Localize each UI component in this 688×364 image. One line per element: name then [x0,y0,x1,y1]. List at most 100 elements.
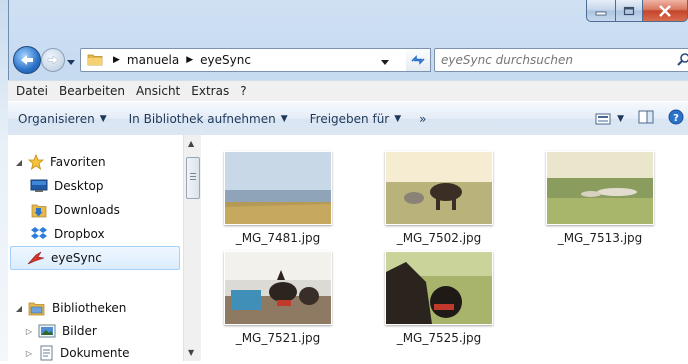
file-item[interactable]: _MG_7502.jpg [379,151,499,245]
chevron-down-icon: ▼ [99,113,107,124]
command-bar: Organisieren ▼ In Bibliothek aufnehmen ▼ F… [8,101,688,136]
folder-icon [87,52,103,69]
organize-label: Organisieren [18,111,95,126]
refresh-icon [411,55,425,65]
maximize-button[interactable] [616,0,643,22]
file-name: _MG_7513.jpg [557,231,643,245]
scroll-thumb[interactable] [186,157,200,199]
preview-pane-icon [638,110,654,124]
file-item[interactable]: _MG_7525.jpg [379,251,499,345]
address-dropdown[interactable] [381,55,389,69]
menu-item-datei[interactable]: Datei [16,84,48,98]
svg-text:?: ? [673,113,679,124]
scroll-up-arrow-icon[interactable]: ▲ [188,139,194,148]
image-thumbnail [385,251,493,325]
minimize-icon [595,11,607,15]
nav-label: eyeSync [51,251,102,265]
libraries-icon [28,300,46,316]
dropbox-icon [30,226,48,242]
file-item[interactable]: _MG_7521.jpg [218,251,338,345]
image-thumbnail [546,151,654,225]
close-button[interactable] [643,0,688,22]
refresh-button[interactable] [406,48,431,72]
nav-label: Favoriten [50,155,106,169]
chevron-down-icon: ▼ [394,113,402,124]
image-thumbnail [385,151,493,225]
more-commands-button[interactable]: » [419,112,426,126]
scroll-down-arrow-icon[interactable]: ▼ [188,348,194,357]
maximize-icon [623,6,635,15]
menu-item-help[interactable]: ? [240,84,246,98]
include-in-library-label: In Bibliothek aufnehmen [128,111,276,126]
eyesync-icon [27,250,45,266]
nav-label: Desktop [54,179,104,193]
chevron-down-icon [381,60,389,65]
file-item[interactable]: _MG_7513.jpg [540,151,660,245]
address-row: ▶ manuela ▶ eyeSync [8,44,688,74]
minimize-button[interactable] [586,0,616,22]
desktop-icon [30,179,48,193]
nav-item-desktop[interactable]: Desktop [26,175,104,197]
arrow-left-icon [21,55,33,65]
recent-pages-dropdown[interactable] [67,55,75,69]
collapsed-triangle-icon[interactable]: ▷ [24,349,34,358]
breadcrumb: ▶ manuela ▶ eyeSync [109,53,251,67]
share-with-button[interactable]: Freigeben für ▼ [310,112,402,126]
include-in-library-button[interactable]: In Bibliothek aufnehmen ▼ [129,112,288,126]
file-name: _MG_7525.jpg [396,331,482,345]
nav-label: Dokumente [60,346,130,360]
toolbar-right: ▼ ? [595,102,688,135]
menu-item-extras[interactable]: Extras [191,84,229,98]
breadcrumb-item-eyesync[interactable]: eyeSync [200,53,251,67]
nav-item-eyesync[interactable]: eyeSync [10,246,180,270]
navigation-pane: ◢ Favoriten Desktop Downloads Dropbox ey… [8,135,184,361]
documents-icon [38,345,54,361]
nav-item-libraries[interactable]: ◢ Bibliotheken [8,297,126,319]
star-icon [28,154,44,170]
menu-item-ansicht[interactable]: Ansicht [136,84,180,98]
nav-item-dropbox[interactable]: Dropbox [26,223,105,245]
search-box[interactable] [434,48,688,72]
nav-label: Downloads [54,203,120,217]
change-view-button[interactable]: ▼ [595,113,624,125]
expanded-triangle-icon[interactable]: ◢ [14,304,24,313]
pictures-icon [38,324,56,338]
more-commands-label: » [419,111,427,126]
expanded-triangle-icon[interactable]: ◢ [14,158,24,167]
search-icon[interactable] [677,52,688,69]
breadcrumb-item-manuela[interactable]: manuela [127,53,179,67]
back-button[interactable] [13,46,41,74]
address-bar[interactable]: ▶ manuela ▶ eyeSync [80,48,408,72]
image-thumbnail [224,251,332,325]
breadcrumb-separator[interactable]: ▶ [113,55,120,65]
nav-item-favorites[interactable]: ◢ Favoriten [8,151,106,173]
collapsed-triangle-icon[interactable]: ▷ [24,327,34,336]
explorer-window: ▶ manuela ▶ eyeSync Datei Bearbeiten Ans… [8,0,688,361]
help-icon: ? [668,109,684,125]
file-item[interactable]: _MG_7481.jpg [218,151,338,245]
nav-item-pictures[interactable]: ▷ Bilder [18,320,97,342]
chevron-down-icon [67,60,75,65]
menu-item-bearbeiten[interactable]: Bearbeiten [59,84,125,98]
nav-label: Bibliotheken [52,301,127,315]
menu-bar: Datei Bearbeiten Ansicht Extras ? [8,80,688,101]
preview-pane-button[interactable] [638,110,654,127]
nav-label: Dropbox [54,227,105,241]
search-input[interactable] [439,52,653,68]
chevron-down-icon: ▼ [280,113,288,124]
close-icon [659,4,671,17]
caption-buttons [586,0,688,24]
breadcrumb-separator[interactable]: ▶ [186,55,193,65]
file-name: _MG_7521.jpg [235,331,321,345]
nav-label: Bilder [62,324,97,338]
file-list: _MG_7481.jpg _MG_7502.jpg _MG_7513.jpg _… [201,135,688,361]
arrow-right-icon [47,55,59,65]
downloads-folder-icon [30,202,48,218]
organize-button[interactable]: Organisieren ▼ [18,112,107,126]
nav-item-downloads[interactable]: Downloads [26,199,120,221]
image-thumbnail [224,151,332,225]
file-name: _MG_7502.jpg [396,231,482,245]
help-button[interactable]: ? [668,109,684,128]
nav-scrollbar[interactable]: ▲ ▼ [183,135,201,361]
forward-button[interactable] [41,48,65,72]
